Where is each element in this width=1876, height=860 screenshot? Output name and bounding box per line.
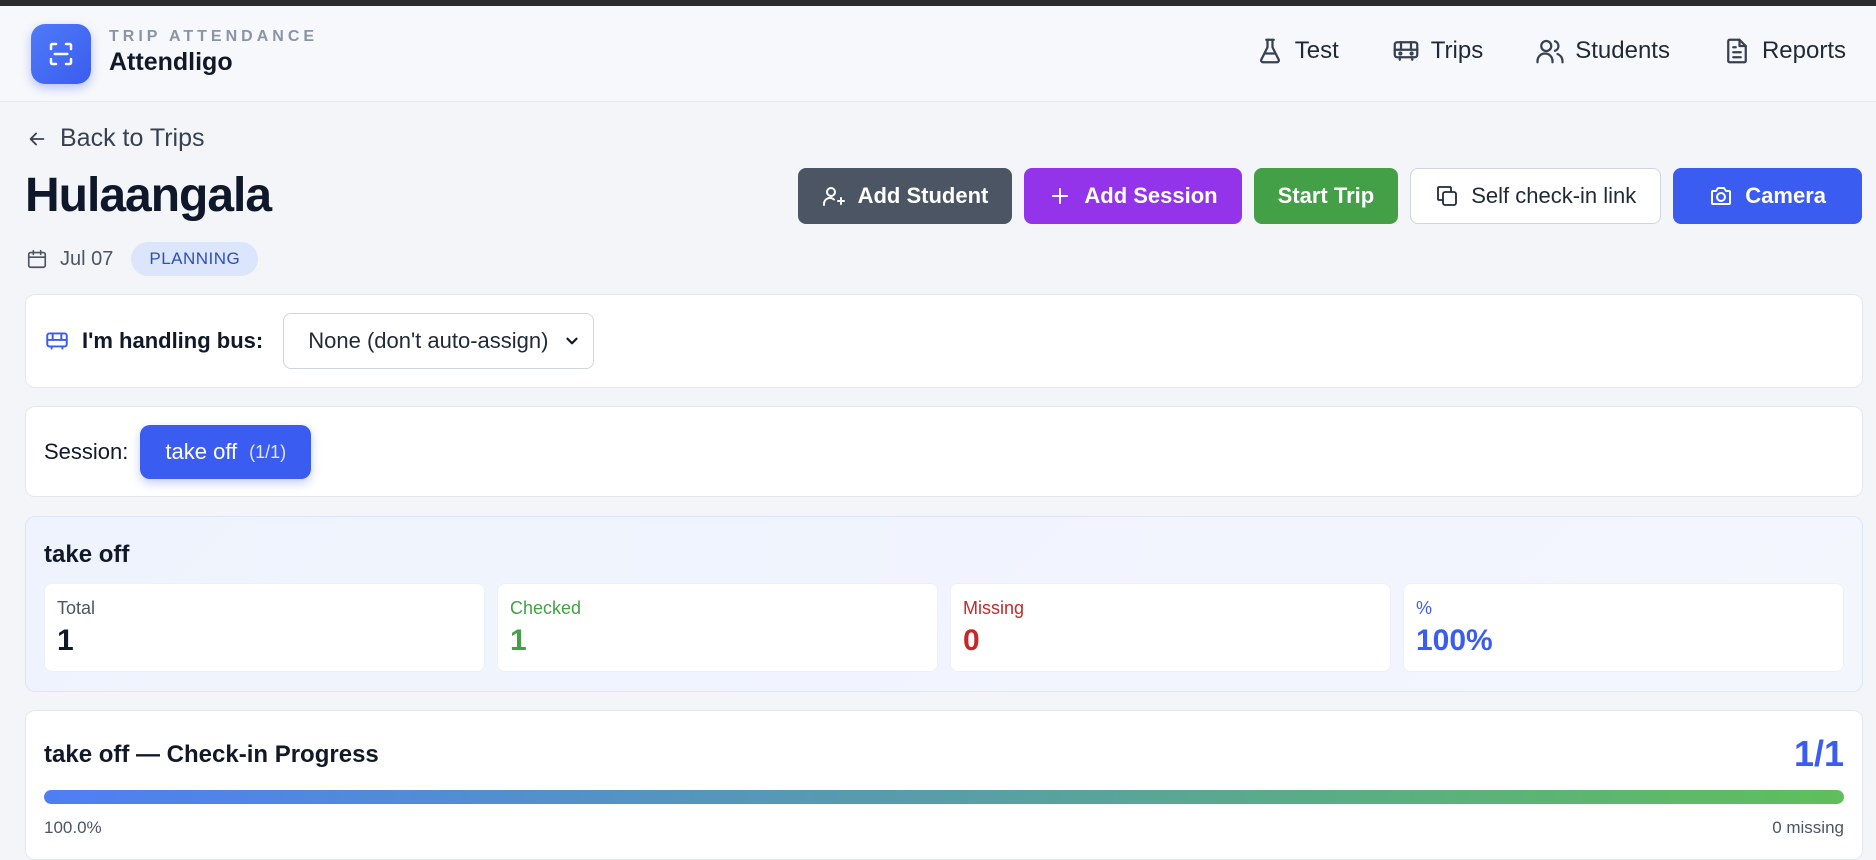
progress-track	[44, 790, 1844, 804]
start-trip-label: Start Trip	[1277, 183, 1375, 208]
add-student-label: Add Student	[857, 183, 989, 208]
session-selector-card: Session: take off (1/1)	[25, 406, 1863, 497]
session-chip-name: take off	[165, 439, 238, 464]
session-chip-count: (1/1)	[249, 441, 287, 462]
progress-title: take off — Check-in Progress	[44, 741, 379, 768]
arrow-left-icon	[29, 132, 45, 145]
document-icon	[1727, 38, 1747, 64]
flask-icon	[1259, 38, 1280, 64]
checkin-progress-card: take off — Check-in Progress 1/1 100.0% …	[25, 710, 1863, 860]
session-stats-card: take off Total 1 Checked 1 Missing 0 % 1…	[25, 516, 1863, 692]
stat-missing-value: 0	[963, 624, 980, 657]
bus-select[interactable]: None (don't auto-assign)	[283, 313, 595, 369]
stat-missing: Missing 0	[950, 583, 1391, 672]
stat-percent-value: 100%	[1416, 624, 1493, 657]
nav-reports[interactable]: Reports	[1722, 36, 1846, 66]
camera-icon	[1711, 187, 1732, 205]
brand-kicker: TRIP ATTENDANCE	[109, 28, 319, 45]
user-plus-icon	[822, 187, 845, 206]
action-toolbar: Add Student Add Session Start Trip Self …	[797, 168, 1862, 224]
bus-icon	[1393, 41, 1419, 61]
trip-meta: Jul 07 PLANNING	[26, 242, 259, 276]
stat-checked-value: 1	[510, 624, 527, 657]
nav-trips[interactable]: Trips	[1391, 36, 1483, 66]
nav-trips-label: Trips	[1430, 37, 1484, 64]
bus-assignment-card: I'm handling bus: None (don't auto-assig…	[25, 294, 1863, 388]
stat-missing-label: Missing	[963, 598, 1025, 618]
main-nav: Test Trips Students Reports	[1203, 36, 1846, 66]
camera-label: Camera	[1745, 183, 1826, 208]
camera-button[interactable]: Camera	[1673, 168, 1862, 224]
nav-students[interactable]: Students	[1535, 36, 1670, 66]
progress-missing-text: 0 missing	[1772, 818, 1844, 837]
nav-reports-label: Reports	[1761, 37, 1846, 64]
progress-percent-text: 100.0%	[44, 818, 102, 837]
session-label: Session:	[44, 439, 129, 464]
stat-checked-label: Checked	[510, 598, 582, 618]
brand-name: Attendligo	[109, 48, 233, 76]
nav-students-label: Students	[1575, 37, 1670, 64]
users-icon	[1536, 39, 1564, 64]
copy-icon	[1437, 186, 1458, 206]
scan-icon	[49, 42, 73, 66]
nav-test[interactable]: Test	[1255, 36, 1339, 66]
stat-percent-label: %	[1416, 598, 1433, 618]
stats-title: take off	[44, 541, 130, 568]
app-logo[interactable]	[31, 24, 91, 84]
stat-total: Total 1	[44, 583, 485, 672]
self-checkin-label: Self check-in link	[1471, 183, 1637, 208]
trip-date: Jul 07	[60, 247, 114, 270]
bus-icon	[46, 332, 68, 350]
add-session-label: Add Session	[1084, 183, 1218, 208]
page-title: Hulaangala	[25, 169, 272, 222]
add-student-button[interactable]: Add Student	[797, 168, 1013, 224]
start-trip-button[interactable]: Start Trip	[1253, 168, 1399, 224]
stat-total-value: 1	[57, 624, 74, 657]
stat-checked: Checked 1	[497, 583, 938, 672]
chevron-down-icon	[566, 337, 578, 345]
add-session-button[interactable]: Add Session	[1024, 168, 1242, 224]
plus-icon	[1052, 188, 1069, 204]
back-to-trips-link[interactable]: Back to Trips	[26, 124, 205, 153]
bus-label: I'm handling bus:	[82, 328, 264, 353]
self-checkin-link-button[interactable]: Self check-in link	[1410, 168, 1662, 224]
bus-select-value: None (don't auto-assign)	[308, 328, 549, 353]
app-header: TRIP ATTENDANCE Attendligo Test Trips St…	[0, 6, 1876, 102]
back-label: Back to Trips	[60, 124, 205, 152]
stat-percent: % 100%	[1403, 583, 1844, 672]
stat-total-label: Total	[57, 598, 96, 618]
status-badge: PLANNING	[131, 242, 259, 276]
progress-count: 1/1	[1793, 733, 1844, 774]
session-chip-take-off[interactable]: take off (1/1)	[140, 425, 312, 479]
stat-row: Total 1 Checked 1 Missing 0 % 100%	[44, 583, 1844, 672]
progress-fill	[44, 790, 1844, 804]
nav-test-label: Test	[1294, 37, 1339, 64]
calendar-icon	[27, 249, 47, 269]
